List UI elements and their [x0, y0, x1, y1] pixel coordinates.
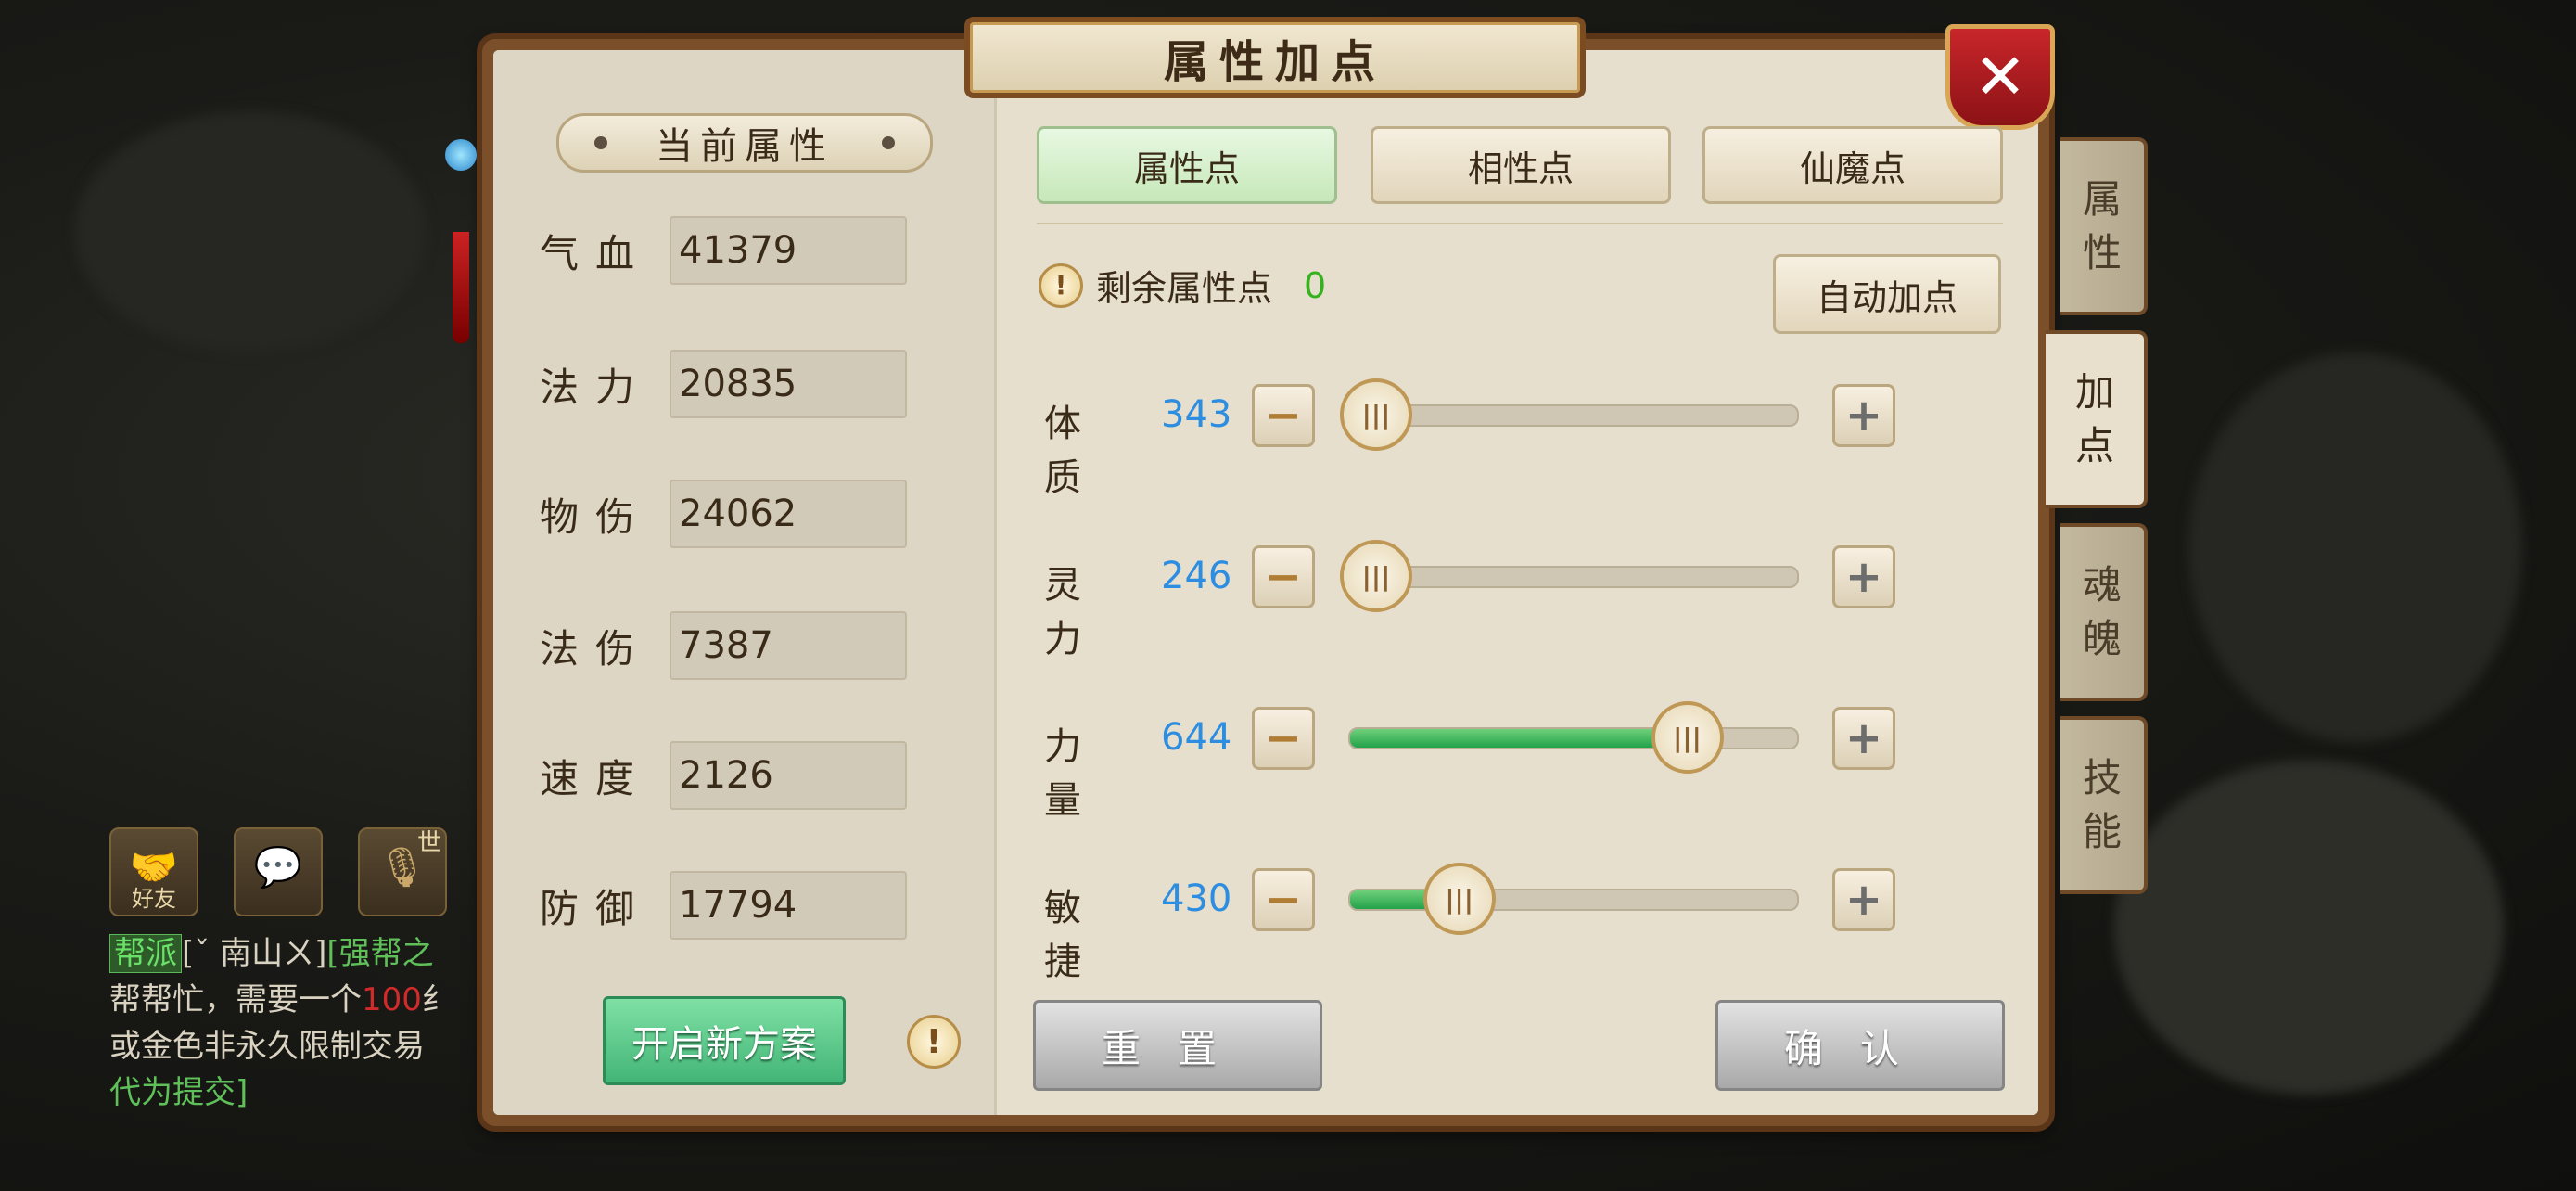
chat-line-2-suffix: 纟 [421, 981, 453, 1018]
side-tab-add-points[interactable]: 加点 [2046, 330, 2148, 508]
plus-button[interactable]: + [1832, 868, 1895, 931]
stat-value: 24062 [670, 480, 907, 548]
stat-value: 2126 [670, 741, 907, 810]
friends-button[interactable]: 🤝 好友 [109, 827, 198, 916]
plus-button[interactable]: + [1832, 384, 1895, 447]
slider-track[interactable] [1348, 566, 1799, 588]
new-plan-button[interactable]: 开启新方案 [603, 996, 846, 1085]
stat-row-defense: 防御 17794 [540, 870, 907, 941]
slider-label: 体质 [1044, 403, 1096, 499]
slider-label: 敏捷 [1044, 887, 1096, 983]
slider-track[interactable] [1348, 727, 1799, 749]
chat-line-3: 或金色非永久限制交易 [109, 1028, 425, 1065]
chat-line-2: 帮帮忙，需要一个 [109, 981, 362, 1018]
slider-thumb[interactable]: ||| [1422, 863, 1496, 935]
divider [1037, 223, 2003, 224]
chat-bubble-icon: 💬 [253, 844, 303, 890]
stat-label: 法力 [540, 364, 652, 410]
slider-track[interactable] [1348, 404, 1799, 427]
remaining-label: 剩余属性点 [1096, 268, 1273, 309]
close-button[interactable]: ✕ [1945, 24, 2055, 130]
side-tab-attributes[interactable]: 属性 [2060, 137, 2148, 315]
pendant-ornament [445, 56, 477, 343]
plan-info-icon[interactable]: ! [907, 1015, 961, 1069]
plus-button[interactable]: + [1832, 707, 1895, 770]
voice-button[interactable]: 🎙 世 [358, 827, 447, 916]
slider-value: 430 [1161, 877, 1232, 920]
chat-line-4: 代为提交] [109, 1074, 249, 1111]
stat-value: 20835 [670, 350, 907, 418]
slider-fill [1350, 729, 1686, 748]
chat-sender: [ˇ 南山ㄨ] [182, 935, 327, 972]
stat-value: 7387 [670, 611, 907, 680]
side-tab-soul[interactable]: 魂魄 [2060, 523, 2148, 701]
slider-value: 343 [1161, 393, 1232, 436]
plus-button[interactable]: + [1832, 545, 1895, 608]
tab-attribute-points[interactable]: 属性点 [1037, 126, 1337, 204]
chat-group: [强帮之 [326, 935, 434, 972]
panel-title: 属性加点 [964, 17, 1586, 98]
stat-row-speed: 速度 2126 [540, 740, 907, 811]
current-attributes-column [493, 50, 997, 1115]
close-icon: ✕ [1973, 40, 2027, 114]
channel-tag: 帮派 [109, 934, 182, 973]
remaining-info-icon[interactable]: ! [1039, 263, 1083, 308]
chat-message[interactable]: 帮派 [ˇ 南山ㄨ][强帮之 帮帮忙，需要一个100纟 或金色非永久限制交易 代为… [109, 930, 480, 1116]
remaining-points: ! 剩余属性点 0 [1039, 260, 1326, 311]
reset-button[interactable]: 重置 [1033, 1000, 1322, 1091]
slider-label: 灵力 [1044, 564, 1096, 660]
side-tab-skills[interactable]: 技能 [2060, 716, 2148, 894]
chat-button[interactable]: 💬 [234, 827, 323, 916]
stat-row-physical-damage: 物伤 24062 [540, 479, 907, 549]
stat-value: 17794 [670, 871, 907, 940]
remaining-value: 0 [1304, 264, 1327, 306]
confirm-button[interactable]: 确认 [1715, 1000, 2005, 1091]
stat-row-hp: 气血 41379 [540, 215, 907, 286]
tab-immortal-demon-points[interactable]: 仙魔点 [1702, 126, 2003, 204]
auto-allocate-button[interactable]: 自动加点 [1773, 254, 2001, 334]
stat-row-mana: 法力 20835 [540, 349, 907, 419]
stat-row-magic-damage: 法伤 7387 [540, 610, 907, 681]
slider-thumb[interactable]: ||| [1340, 378, 1412, 451]
stat-label: 法伤 [540, 625, 652, 672]
slider-value: 644 [1161, 716, 1232, 759]
stat-value: 41379 [670, 216, 907, 285]
stat-label: 防御 [540, 885, 652, 931]
chat-number: 100 [362, 981, 422, 1018]
slider-track[interactable] [1348, 889, 1799, 911]
slider-thumb[interactable]: ||| [1340, 540, 1412, 612]
stat-label: 气血 [540, 230, 652, 276]
tab-affinity-points[interactable]: 相性点 [1371, 126, 1671, 204]
minus-button[interactable]: − [1252, 707, 1315, 770]
chat-shortcut-bar: 🤝 好友 💬 🎙 世 [109, 827, 447, 916]
minus-button[interactable]: − [1252, 384, 1315, 447]
slider-label: 力量 [1044, 725, 1096, 822]
friends-label: 好友 [132, 886, 176, 912]
minus-button[interactable]: − [1252, 868, 1315, 931]
slider-value: 246 [1161, 555, 1232, 597]
stat-label: 物伤 [540, 493, 652, 540]
stat-label: 速度 [540, 755, 652, 801]
minus-button[interactable]: − [1252, 545, 1315, 608]
slider-thumb[interactable]: ||| [1651, 701, 1724, 774]
world-channel-label: 世 [416, 829, 441, 857]
current-attributes-header: 当前属性 [556, 113, 933, 173]
